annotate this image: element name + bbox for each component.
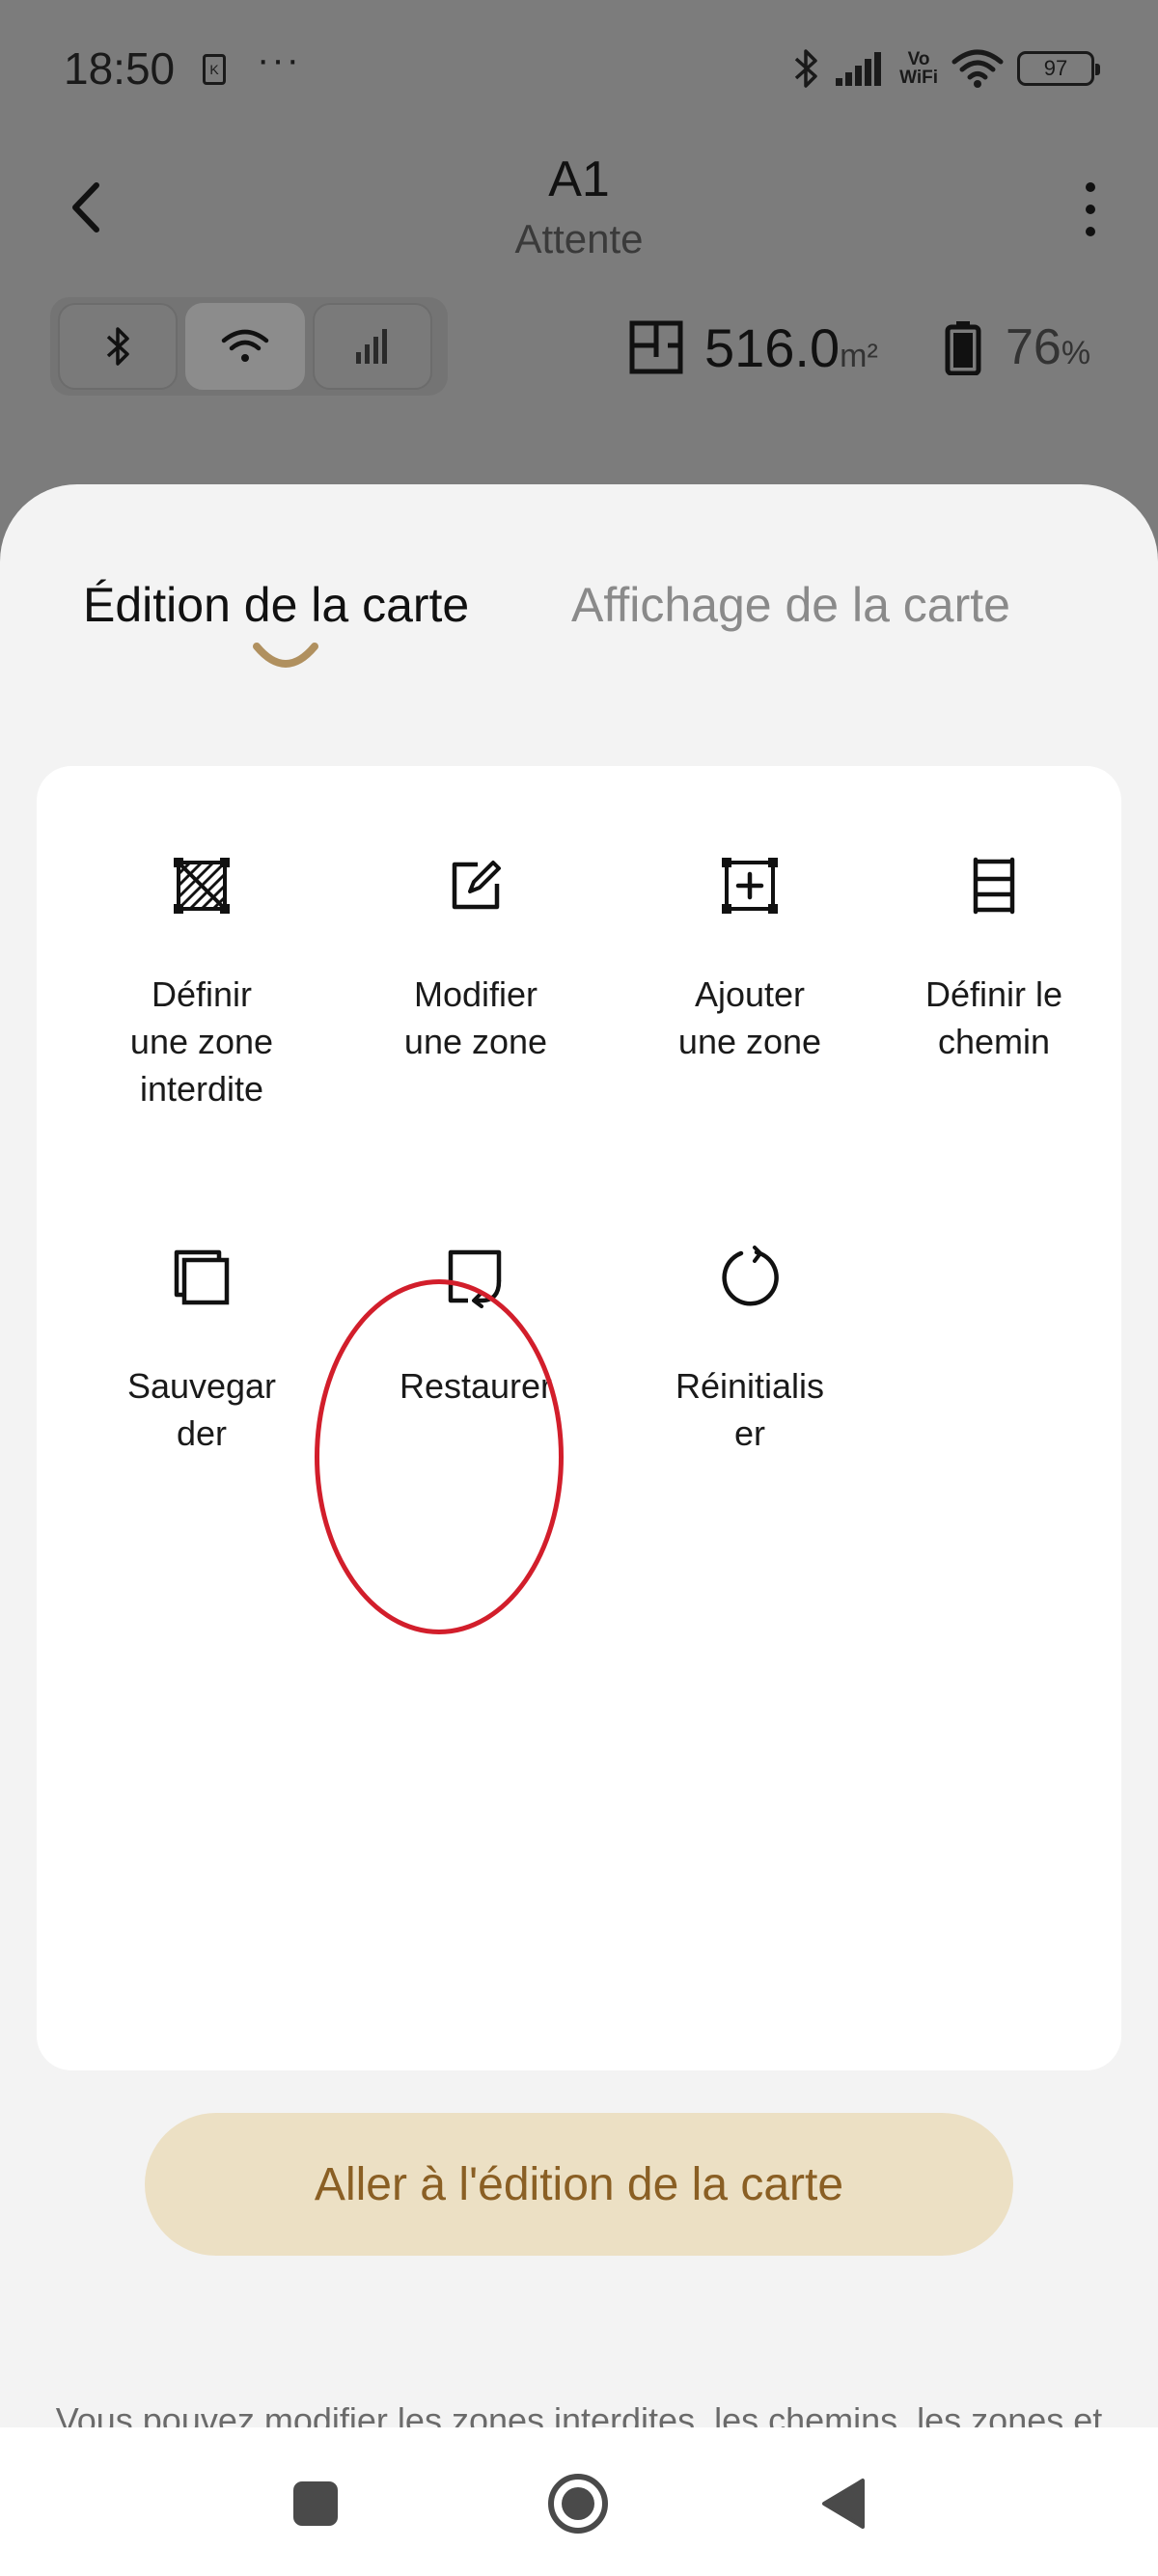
cellular-icon [356,329,387,364]
go-to-map-edit-button[interactable]: Aller à l'édition de la carte [145,2113,1013,2256]
restore-map-button[interactable]: Restaurer [340,1239,612,1410]
active-tab-indicator [253,643,318,668]
save-map-button[interactable]: Sauvegar der [66,1239,338,1457]
more-notifications-icon: ··· [257,39,301,81]
sheet-tabs: Édition de la carte Affichage de la cart… [0,577,1158,673]
define-path-button[interactable]: Définir le chemin [888,847,1100,1065]
tab-map-display[interactable]: Affichage de la carte [571,577,1010,633]
add-zone-icon [722,858,778,914]
tool-label: Ajouter une zone [677,974,822,1061]
signal-strength-icon [836,52,882,86]
vowifi-top: Vo [907,49,930,69]
restore-icon [448,1249,502,1308]
battery-value: 76 [1006,319,1062,375]
bluetooth-status-icon [794,49,817,88]
tab-map-editing[interactable]: Édition de la carte [83,577,469,633]
edit-zone-icon [452,861,501,910]
device-status: Attente [514,216,644,261]
add-zone-button[interactable]: Ajouter une zone [614,847,886,1065]
tool-label: Sauvegar der [126,1366,277,1453]
home-circle-icon [548,2474,608,2534]
bluetooth-button[interactable] [58,303,178,390]
map-edit-sheet: Édition de la carte Affichage de la cart… [0,484,1158,2488]
battery-icon [945,321,981,375]
bluetooth-icon [106,327,129,366]
status-time: 18:50 [64,43,176,94]
more-options-icon[interactable] [1071,176,1110,243]
area-value: 516.0 [704,316,841,378]
tool-label: Modifier une zone [403,974,548,1061]
no-go-zone-icon [174,858,230,914]
define-no-go-zone-button[interactable]: Définir une zone interdite [66,847,338,1112]
back-nav-button[interactable] [809,2470,876,2537]
connection-selector [50,297,448,396]
wifi-status-icon [951,49,1004,88]
status-icons: Vo WiFi 97 [791,44,1100,93]
cellular-button[interactable] [313,303,432,390]
back-triangle-icon [822,2479,865,2529]
mowing-area-stat: 516.0m² [627,309,878,386]
tool-label: Définir le chemin [924,974,1063,1061]
square-icon [293,2481,338,2526]
device-header: A1 Attente [0,145,1158,280]
area-map-icon [629,320,683,374]
system-nav-bar [0,2427,1158,2576]
path-icon [973,857,1015,915]
modify-zone-button[interactable]: Modifier une zone [340,847,612,1065]
battery-unit: % [1061,335,1091,371]
reset-map-button[interactable]: Réinitialis er [614,1239,886,1457]
sim-card-icon: K [203,54,226,85]
battery-status-icon: 97 [1017,51,1100,86]
status-bar: 18:50 K ··· Vo WiFi 97 [0,0,1158,145]
recent-apps-button[interactable] [282,2470,349,2537]
area-unit: m² [840,337,878,374]
home-button[interactable] [544,2470,612,2537]
reset-icon [722,1246,779,1306]
save-map-icon [174,1249,230,1305]
tool-label: Réinitialis er [675,1366,825,1453]
wifi-icon [221,329,269,362]
edit-tools-card: Définir une zone interdite Modifier une … [37,766,1121,2070]
wifi-button[interactable] [185,303,305,390]
vowifi-icon: Vo WiFi [899,50,938,87]
tool-label: Restaurer [399,1366,553,1406]
tool-label: Définir une zone interdite [129,974,274,1109]
device-title: A1 [548,151,610,207]
battery-stat: 76% [944,309,1090,386]
vowifi-bottom: WiFi [899,68,938,88]
background-app: 18:50 K ··· Vo WiFi 97 A1 Attente 516.0m… [0,0,1158,540]
